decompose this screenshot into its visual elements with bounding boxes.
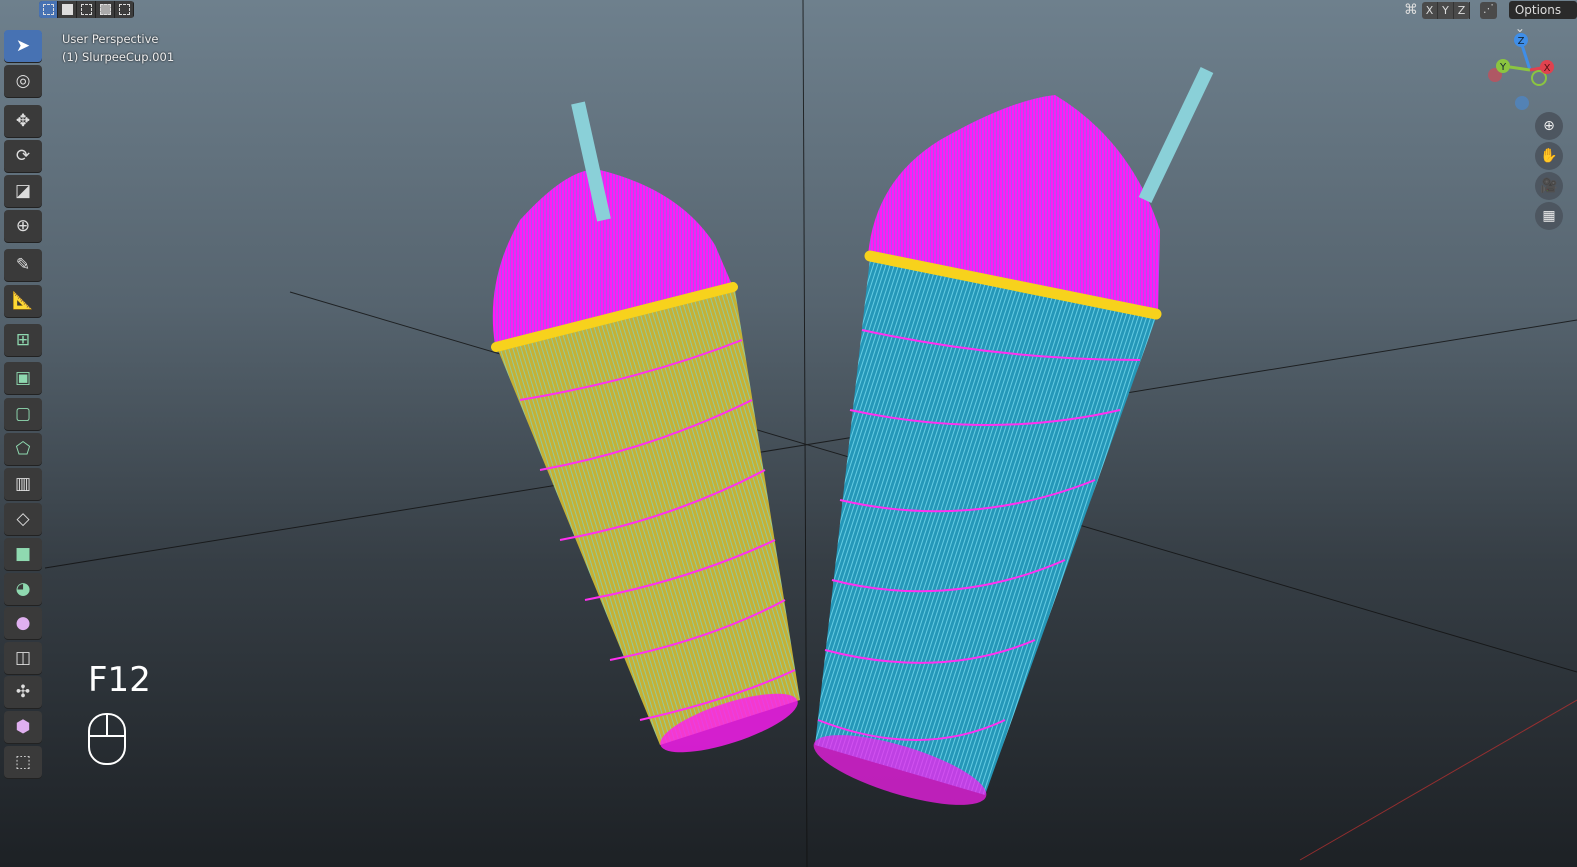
camera-view-button[interactable]: 🎥	[1535, 172, 1563, 200]
mouse-icon	[88, 713, 126, 765]
slurpee-cup-left	[491, 101, 800, 753]
keystroke-overlay: F12	[88, 660, 151, 700]
pencil-icon: ✎	[15, 255, 31, 275]
bevel-tool[interactable]: ⬠	[4, 433, 42, 465]
shear-icon: ⬢	[15, 717, 31, 737]
shrink-fatten-tool[interactable]: ✣	[4, 676, 42, 708]
rip-region-icon: ⬚	[14, 752, 32, 772]
active-object-name: (1) SlurpeeCup.001	[62, 50, 175, 64]
select-subtract-button[interactable]	[77, 1, 96, 18]
add-cube-tool[interactable]: ⊞	[4, 324, 42, 356]
select-set-button[interactable]	[39, 1, 58, 18]
poly-build-tool[interactable]: ■	[4, 538, 42, 570]
cursor-tool[interactable]: ◎	[4, 65, 42, 97]
rotate-icon: ⟳	[15, 146, 31, 166]
mirror-axis-group: X Y Z	[1422, 1, 1470, 19]
inset-tool[interactable]: ▢	[4, 398, 42, 430]
zoom-icon: ⊕	[1543, 118, 1555, 134]
transform-tool[interactable]: ⊕	[4, 210, 42, 242]
edge-slide-icon: ◫	[14, 648, 32, 668]
scale-tool[interactable]: ◪	[4, 175, 42, 207]
move-tool[interactable]: ✥	[4, 105, 42, 137]
inset-icon: ▢	[14, 404, 32, 424]
extrude-icon: ▣	[14, 368, 32, 388]
edge-slide-tool[interactable]: ◫	[4, 642, 42, 674]
header-right: ⌘ X Y Z ⋰ Options ⌄	[1404, 1, 1577, 35]
smooth-icon: ●	[15, 613, 31, 633]
poly-build-icon: ■	[14, 544, 32, 564]
annotate-tool[interactable]: ✎	[4, 249, 42, 281]
move-icon: ✥	[15, 111, 31, 131]
gizmo-y-label: Y	[1499, 62, 1507, 73]
shrink-fatten-icon: ✣	[15, 682, 31, 702]
select-extend-button[interactable]	[58, 1, 77, 18]
ruler-icon: 📐	[12, 291, 34, 311]
extrude-tool[interactable]: ▣	[4, 362, 42, 394]
knife-tool[interactable]: ◇	[4, 503, 42, 535]
smooth-tool[interactable]: ●	[4, 607, 42, 639]
grid-axes	[44, 0, 1577, 867]
gizmo-z-label: Z	[1518, 36, 1525, 47]
mirror-x-toggle[interactable]: X	[1422, 1, 1438, 19]
select-box-icon: ➤	[15, 36, 31, 56]
selection-mode-group	[39, 1, 134, 18]
rotate-tool[interactable]: ⟳	[4, 140, 42, 172]
perspective-toggle-button[interactable]: ▦	[1535, 202, 1563, 230]
view-name: User Perspective	[62, 32, 159, 46]
select-invert-button[interactable]	[96, 1, 115, 18]
viewport-info: User Perspective (1) SlurpeeCup.001	[62, 30, 174, 66]
slurpee-cup-right	[813, 66, 1214, 805]
loop-cut-tool[interactable]: ▥	[4, 468, 42, 500]
loop-cut-icon: ▥	[14, 474, 32, 494]
gizmo-x-label: X	[1544, 63, 1551, 74]
mirror-icon[interactable]: ⌘	[1404, 2, 1418, 18]
select-box-tool[interactable]: ➤	[4, 30, 42, 62]
perspective-grid-icon: ▦	[1542, 208, 1556, 224]
scale-icon: ◪	[14, 181, 32, 201]
pan-button[interactable]: ✋	[1535, 142, 1563, 170]
auto-merge-icon[interactable]: ⋰	[1480, 1, 1497, 19]
cursor-icon: ◎	[15, 71, 31, 91]
measure-tool[interactable]: 📐	[4, 285, 42, 317]
navigation-gizmo[interactable]: Z Y X	[1488, 33, 1554, 110]
add-cube-icon: ⊞	[15, 330, 31, 350]
knife-icon: ◇	[16, 509, 30, 529]
3d-viewport[interactable]: Z Y X	[0, 0, 1577, 867]
transform-icon: ⊕	[15, 216, 31, 236]
spin-icon: ◕	[15, 579, 31, 599]
mirror-z-toggle[interactable]: Z	[1454, 1, 1470, 19]
zoom-button[interactable]: ⊕	[1535, 112, 1563, 140]
camera-icon: 🎥	[1540, 178, 1558, 194]
rip-region-tool[interactable]: ⬚	[4, 746, 42, 778]
options-dropdown[interactable]: Options ⌄	[1508, 1, 1577, 35]
spin-tool[interactable]: ◕	[4, 573, 42, 605]
mirror-y-toggle[interactable]: Y	[1438, 1, 1454, 19]
pan-hand-icon: ✋	[1540, 148, 1558, 164]
shear-tool[interactable]: ⬢	[4, 711, 42, 743]
bevel-icon: ⬠	[15, 439, 31, 459]
select-intersect-button[interactable]	[115, 1, 134, 18]
